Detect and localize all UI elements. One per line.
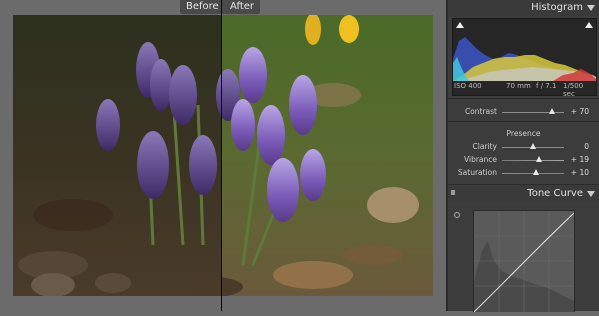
saturation-slider-knob[interactable]: [533, 169, 540, 175]
clarity-value[interactable]: 0: [584, 142, 589, 151]
aperture-value: f / 7.1: [536, 82, 557, 90]
section-divider: [448, 121, 599, 122]
contrast-slider-knob[interactable]: [548, 108, 555, 114]
develop-panel: Histogram ISO 400 70 mm f / 7.1 1/500 se…: [448, 0, 599, 313]
shadow-clipping-icon[interactable]: [456, 22, 464, 28]
contrast-slider-track[interactable]: [502, 112, 564, 113]
crocus-photo: [13, 15, 433, 296]
clarity-label: Clarity: [472, 142, 497, 151]
vibrance-value[interactable]: + 19: [571, 155, 589, 164]
clarity-row: Clarity 0: [448, 141, 599, 153]
contrast-row: Contrast + 70: [448, 106, 599, 118]
panel-switch-icon[interactable]: [451, 190, 455, 195]
tone-curve-header[interactable]: Tone Curve: [448, 186, 599, 202]
histogram-header[interactable]: Histogram: [448, 0, 599, 16]
contrast-value[interactable]: + 70: [571, 107, 589, 116]
before-after-split-line[interactable]: [221, 0, 222, 311]
collapse-triangle-icon[interactable]: [587, 5, 595, 11]
section-divider: [448, 98, 599, 99]
histogram-title: Histogram: [531, 2, 583, 13]
contrast-label: Contrast: [464, 107, 497, 116]
saturation-label: Saturation: [457, 168, 497, 177]
highlight-clipping-icon[interactable]: [585, 22, 593, 28]
tone-curve-chart: [473, 211, 575, 313]
section-divider: [448, 184, 599, 185]
saturation-value[interactable]: + 10: [571, 168, 589, 177]
vibrance-slider-knob[interactable]: [536, 156, 543, 162]
before-label[interactable]: Before: [180, 0, 225, 14]
photo-canvas[interactable]: [13, 15, 433, 296]
collapse-triangle-icon[interactable]: [587, 191, 595, 197]
focal-length-value: 70 mm: [506, 82, 531, 90]
vibrance-label: Vibrance: [464, 155, 497, 164]
before-after-preview: Before After: [0, 0, 446, 311]
vibrance-row: Vibrance + 19: [448, 154, 599, 166]
targeted-adjustment-icon[interactable]: [454, 212, 460, 218]
tone-curve-graph[interactable]: [473, 210, 575, 313]
saturation-row: Saturation + 10: [448, 167, 599, 179]
shutter-value: 1/500 sec: [563, 82, 584, 98]
presence-title: Presence: [506, 129, 541, 138]
vibrance-slider-track[interactable]: [502, 160, 564, 161]
tone-curve-title: Tone Curve: [527, 188, 583, 199]
iso-value: ISO 400: [454, 82, 482, 90]
clarity-slider-knob[interactable]: [530, 143, 536, 149]
after-label[interactable]: After: [224, 0, 261, 14]
